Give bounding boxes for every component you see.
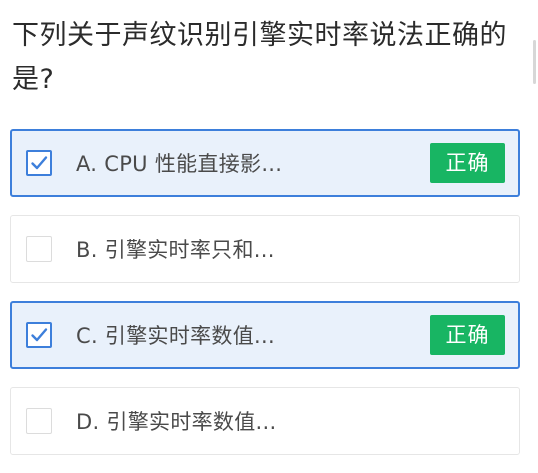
check-icon xyxy=(31,156,48,170)
option-a[interactable]: A. CPU 性能直接影... 正确 xyxy=(10,129,520,197)
option-b[interactable]: B. 引擎实时率只和... xyxy=(10,215,520,283)
option-d-checkbox[interactable] xyxy=(26,408,52,434)
option-a-checkbox[interactable] xyxy=(26,150,52,176)
option-d[interactable]: D. 引擎实时率数值... xyxy=(10,387,520,455)
scrollbar-thumb[interactable] xyxy=(533,40,536,84)
option-c-label: C. 引擎实时率数值... xyxy=(76,324,275,348)
check-icon xyxy=(31,328,48,342)
option-a-label: A. CPU 性能直接影... xyxy=(76,152,283,176)
option-b-label: B. 引擎实时率只和... xyxy=(76,238,275,262)
option-d-label: D. 引擎实时率数值... xyxy=(76,410,277,434)
options-list: A. CPU 性能直接影... 正确 B. 引擎实时率只和... C. 引擎实时… xyxy=(10,129,520,473)
option-c-correct-badge: 正确 xyxy=(430,315,505,355)
option-b-checkbox[interactable] xyxy=(26,236,52,262)
question-text: 下列关于声纹识别引擎实时率说法正确的是? xyxy=(12,20,507,95)
option-a-correct-badge: 正确 xyxy=(430,143,505,183)
option-c-checkbox[interactable] xyxy=(26,322,52,348)
option-c[interactable]: C. 引擎实时率数值... 正确 xyxy=(10,301,520,369)
